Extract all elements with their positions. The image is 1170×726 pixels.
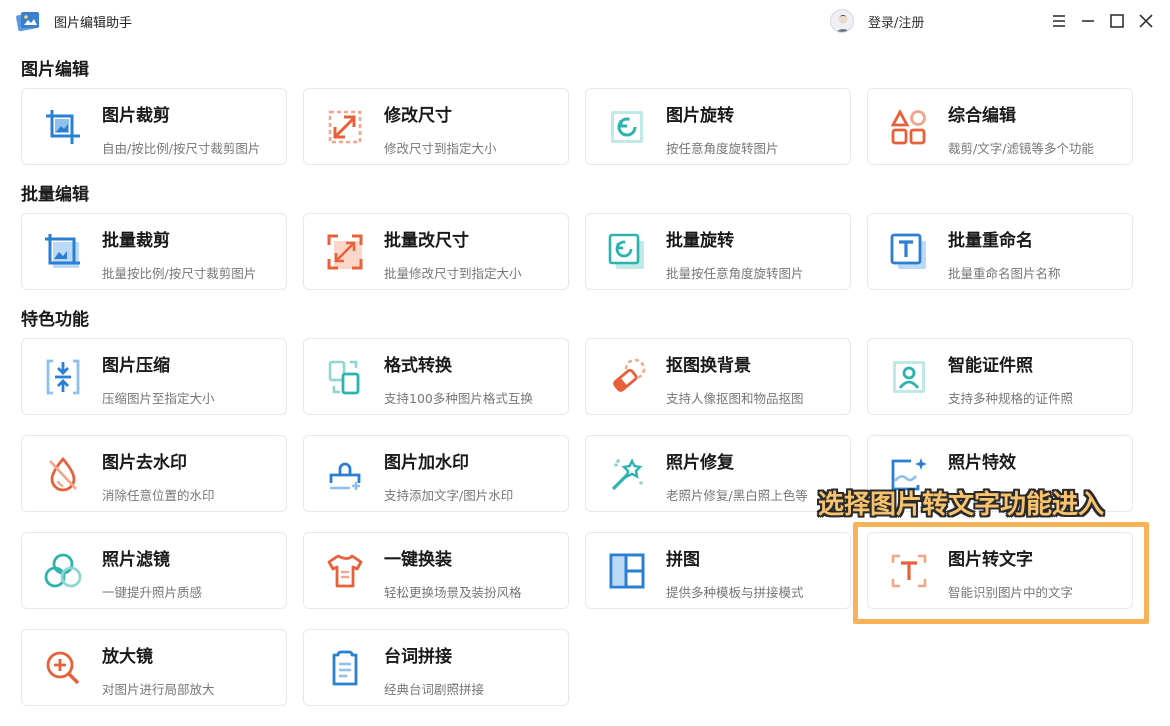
card-title: 修改尺寸 xyxy=(384,106,452,126)
batch-rotate-icon xyxy=(608,233,644,269)
card-title: 抠图换背景 xyxy=(666,356,751,376)
eraser-icon xyxy=(613,358,646,392)
card-title: 照片修复 xyxy=(666,453,734,473)
card-dialogue-stitch[interactable]: 台词拼接 经典台词剧照拼接 xyxy=(303,629,569,706)
card-desc: 对图片进行局部放大 xyxy=(102,682,215,697)
shapes-icon xyxy=(890,109,926,145)
card-desc: 支持添加文字/图片水印 xyxy=(384,488,514,503)
title-bar: 图片编辑助手 登录/注册 xyxy=(0,0,1170,42)
card-title: 台词拼接 xyxy=(384,647,452,667)
card-desc: 支持100多种图片格式互换 xyxy=(384,391,533,406)
highlight-box xyxy=(853,522,1149,624)
card-desc: 消除任意位置的水印 xyxy=(102,488,215,503)
stamp-icon xyxy=(329,462,361,490)
tshirt-icon xyxy=(327,554,363,588)
filter-icon xyxy=(44,553,82,588)
card-title: 图片加水印 xyxy=(384,453,469,473)
card-desc: 批量修改尺寸到指定大小 xyxy=(384,266,522,281)
card-title: 格式转换 xyxy=(384,356,452,376)
card-compress[interactable]: 图片压缩 压缩图片至指定大小 xyxy=(21,338,287,415)
card-add-watermark[interactable]: 图片加水印 支持添加文字/图片水印 xyxy=(303,435,569,512)
magnifier-icon xyxy=(46,651,80,685)
card-desc: 轻松更换场景及装扮风格 xyxy=(384,585,522,600)
compress-icon xyxy=(46,359,80,395)
card-title: 综合编辑 xyxy=(948,106,1016,126)
card-photo-repair[interactable]: 照片修复 老照片修复/黑白照上色等 xyxy=(585,435,851,512)
card-collage[interactable]: 拼图 提供多种模板与拼接模式 xyxy=(585,532,851,609)
section-title-image-edit: 图片编辑 xyxy=(21,60,89,80)
card-title: 智能证件照 xyxy=(948,356,1033,376)
minimize-icon[interactable] xyxy=(1078,10,1098,32)
user-avatar-icon xyxy=(830,9,854,33)
batch-resize-icon xyxy=(327,234,363,270)
card-desc: 修改尺寸到指定大小 xyxy=(384,141,497,156)
card-desc: 裁剪/文字/滤镜等多个功能 xyxy=(948,141,1094,156)
card-batch-rotate[interactable]: 批量旋转 批量按任意角度旋转图片 xyxy=(585,213,851,290)
card-desc: 一键提升照片质感 xyxy=(102,585,203,600)
crop-icon xyxy=(46,110,80,144)
card-photo-filter[interactable]: 照片滤镜 一键提升照片质感 xyxy=(21,532,287,609)
card-title: 图片裁剪 xyxy=(102,106,170,126)
card-desc: 支持多种规格的证件照 xyxy=(948,391,1074,406)
card-title: 图片去水印 xyxy=(102,453,187,473)
app-logo-icon xyxy=(16,12,39,32)
card-title: 图片压缩 xyxy=(102,356,170,376)
collage-icon xyxy=(609,553,645,589)
close-icon[interactable] xyxy=(1136,10,1156,32)
card-desc: 批量重命名图片名称 xyxy=(948,266,1061,281)
card-title: 拼图 xyxy=(666,550,700,570)
card-id-photo[interactable]: 智能证件照 支持多种规格的证件照 xyxy=(867,338,1133,415)
id-photo-icon xyxy=(893,361,925,393)
app-title: 图片编辑助手 xyxy=(54,16,133,31)
card-title: 照片特效 xyxy=(948,453,1016,473)
card-title: 批量重命名 xyxy=(948,231,1033,251)
card-title: 批量旋转 xyxy=(666,231,734,251)
card-desc: 批量按任意角度旋转图片 xyxy=(666,266,804,281)
card-batch-rename[interactable]: 批量重命名 批量重命名图片名称 xyxy=(867,213,1133,290)
document-icon xyxy=(332,650,358,686)
resize-icon xyxy=(328,110,362,144)
card-composite-edit[interactable]: 综合编辑 裁剪/文字/滤镜等多个功能 xyxy=(867,88,1133,165)
section-title-batch-edit: 批量编辑 xyxy=(21,185,89,205)
maximize-icon[interactable] xyxy=(1107,10,1127,32)
card-remove-watermark[interactable]: 图片去水印 消除任意位置的水印 xyxy=(21,435,287,512)
card-desc: 支持人像抠图和物品抠图 xyxy=(666,391,804,406)
card-desc: 压缩图片至指定大小 xyxy=(102,391,215,406)
card-magnifier[interactable]: 放大镜 对图片进行局部放大 xyxy=(21,629,287,706)
callout-label: 选择图片转文字功能进入 xyxy=(818,490,1105,520)
card-desc: 提供多种模板与拼接模式 xyxy=(666,585,804,600)
card-desc: 老照片修复/黑白照上色等 xyxy=(666,488,808,503)
card-image-crop[interactable]: 图片裁剪 自由/按比例/按尺寸裁剪图片 xyxy=(21,88,287,165)
card-format-convert[interactable]: 格式转换 支持100多种图片格式互换 xyxy=(303,338,569,415)
card-desc: 批量按比例/按尺寸裁剪图片 xyxy=(102,266,257,281)
card-title: 批量裁剪 xyxy=(102,231,170,251)
rename-icon xyxy=(890,233,926,269)
batch-crop-icon xyxy=(45,234,80,268)
card-batch-resize[interactable]: 批量改尺寸 批量修改尺寸到指定大小 xyxy=(303,213,569,290)
card-outfit-change[interactable]: 一键换装 轻松更换场景及装扮风格 xyxy=(303,532,569,609)
rotate-icon xyxy=(611,111,643,143)
card-batch-crop[interactable]: 批量裁剪 批量按比例/按尺寸裁剪图片 xyxy=(21,213,287,290)
magic-wand-icon xyxy=(611,458,643,491)
login-button[interactable]: 登录/注册 xyxy=(830,9,924,33)
card-rotate[interactable]: 图片旋转 按任意角度旋转图片 xyxy=(585,88,851,165)
card-title: 图片旋转 xyxy=(666,106,734,126)
card-title: 照片滤镜 xyxy=(102,550,170,570)
card-desc: 自由/按比例/按尺寸裁剪图片 xyxy=(102,141,261,156)
card-resize[interactable]: 修改尺寸 修改尺寸到指定大小 xyxy=(303,88,569,165)
card-title: 放大镜 xyxy=(102,647,153,667)
card-title: 一键换装 xyxy=(384,550,452,570)
card-title: 批量改尺寸 xyxy=(384,231,469,251)
login-label: 登录/注册 xyxy=(868,15,925,31)
convert-icon xyxy=(328,360,360,395)
card-cutout-background[interactable]: 抠图换背景 支持人像抠图和物品抠图 xyxy=(585,338,851,415)
card-desc: 经典台词剧照拼接 xyxy=(384,682,485,697)
menu-icon[interactable] xyxy=(1049,10,1069,32)
card-desc: 按任意角度旋转图片 xyxy=(666,141,779,156)
remove-watermark-icon xyxy=(49,456,77,492)
section-title-features: 特色功能 xyxy=(21,310,89,330)
